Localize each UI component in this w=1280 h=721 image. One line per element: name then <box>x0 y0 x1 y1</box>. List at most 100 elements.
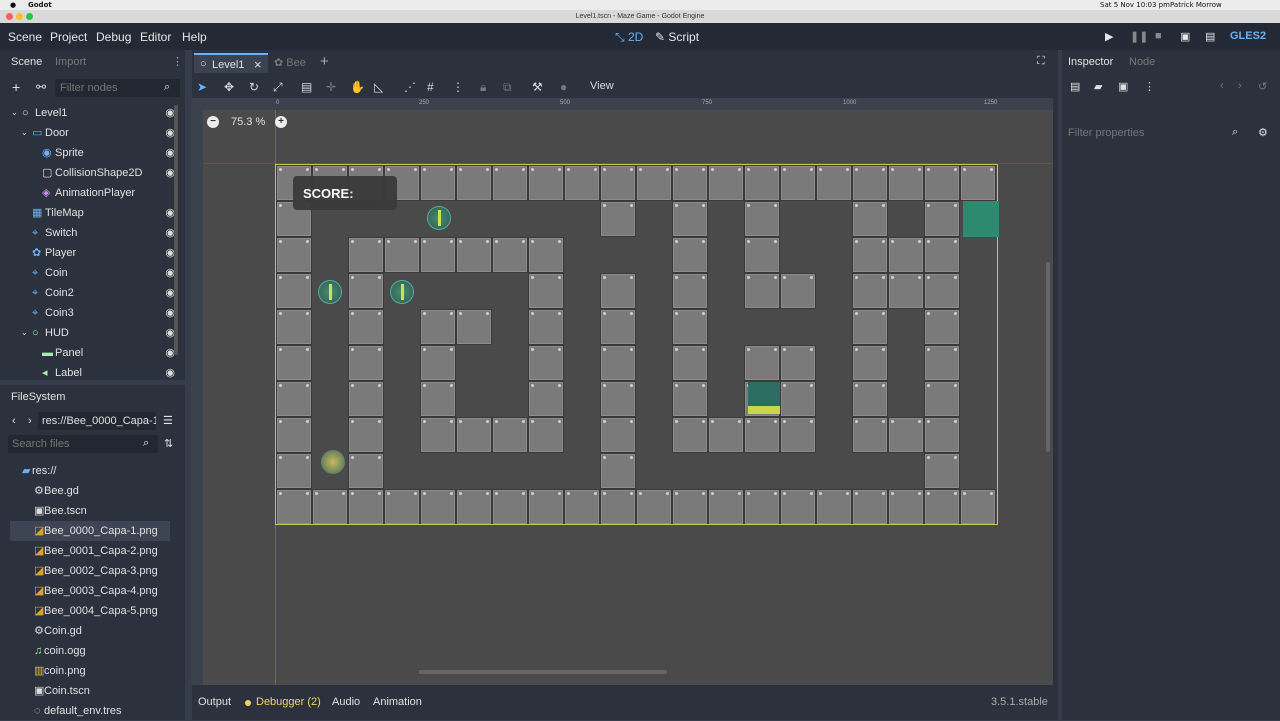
file-item[interactable]: ◌ default_env.tres <box>10 701 170 721</box>
file-item[interactable]: ⚙ Coin.gd <box>10 621 170 641</box>
coin3-sprite[interactable] <box>390 280 414 304</box>
file-item[interactable]: ◪ Bee_0003_Capa-4.png <box>10 581 170 601</box>
move-tool-icon[interactable]: ✥ <box>224 80 234 94</box>
dock-menu-icon[interactable]: ⋮ <box>172 55 183 68</box>
tree-node-panel[interactable]: ▬ Panel ◉ <box>10 343 175 363</box>
coin-sprite[interactable] <box>427 206 451 230</box>
mac-app-name[interactable]: Godot <box>28 1 52 9</box>
tree-node-level1[interactable]: ⌄ ○ Level1 ◉ <box>10 103 175 123</box>
file-item[interactable]: ◪ Bee_0001_Capa-2.png <box>10 541 170 561</box>
skeleton-icon[interactable]: ⚒ <box>532 80 543 94</box>
door-sprite[interactable] <box>963 201 999 237</box>
collapse-arrow-icon[interactable]: ⌄ <box>21 123 28 143</box>
tab-scene[interactable]: Scene <box>11 56 42 68</box>
apple-icon[interactable]: ● <box>10 1 16 9</box>
canvas-viewport[interactable]: SCORE: <box>203 110 1053 685</box>
link-icon[interactable]: ⚯ <box>36 80 46 94</box>
object-menu-icon[interactable]: ⚙ <box>1258 126 1268 139</box>
tree-node-player[interactable]: ✿ Player ◉ <box>10 243 175 263</box>
history-back-icon[interactable]: ‹ <box>1220 80 1224 92</box>
ruler-tool-icon[interactable]: ◺ <box>374 80 383 94</box>
renderer-select[interactable]: GLES2 <box>1230 30 1266 42</box>
workspace-2d-button[interactable]: ⤡ 2D <box>615 30 643 45</box>
back-icon[interactable]: ‹ <box>12 415 16 427</box>
visibility-eye-icon[interactable]: ◉ <box>165 363 175 383</box>
vertical-scrollbar[interactable] <box>1046 262 1050 452</box>
save-icon[interactable]: ▣ <box>1118 80 1128 93</box>
close-tab-icon[interactable]: × <box>254 57 262 72</box>
tab-bee[interactable]: ✿ Bee <box>274 56 306 69</box>
tree-node-animationplayer[interactable]: ◈ AnimationPlayer <box>10 183 175 203</box>
menu-scene[interactable]: Scene <box>8 30 42 44</box>
tree-node-coin2[interactable]: ⌖ Coin2 ◉ <box>10 283 175 303</box>
minimize-window-button[interactable] <box>16 13 23 20</box>
hud-panel[interactable]: SCORE: <box>293 176 397 210</box>
zoom-out-button[interactable]: − <box>207 116 219 128</box>
scene-tree-scrollbar[interactable] <box>174 105 178 355</box>
zoom-window-button[interactable] <box>26 13 33 20</box>
play-scene-icon[interactable]: ▣ <box>1180 30 1190 43</box>
play-icon[interactable]: ▶ <box>1105 30 1113 43</box>
file-item[interactable]: ▰ res:// <box>10 461 170 481</box>
visibility-icon[interactable]: ● <box>560 80 567 94</box>
distraction-free-icon[interactable]: ⛶ <box>1037 55 1045 68</box>
menu-help[interactable]: Help <box>182 30 207 44</box>
mac-clock[interactable]: Sat 5 Nov 10:03 pm <box>1100 1 1170 9</box>
smart-snap-icon[interactable]: ⋰ <box>404 80 416 94</box>
file-item[interactable]: ◪ Bee_0002_Capa-3.png <box>10 561 170 581</box>
view-mode-icon[interactable]: ☰ <box>163 414 173 427</box>
tree-node-coin3[interactable]: ⌖ Coin3 ◉ <box>10 303 175 323</box>
tab-level1[interactable]: ○ Level1 × <box>194 53 268 73</box>
lock-icon[interactable]: 🔒︎ <box>480 80 486 95</box>
tree-node-collisionshape2d[interactable]: ▢ CollisionShape2D ◉ <box>10 163 175 183</box>
filter-nodes-input[interactable] <box>55 79 180 97</box>
add-node-icon[interactable]: + <box>12 79 20 95</box>
rotate-tool-icon[interactable]: ↻ <box>249 80 259 94</box>
tree-node-sprite[interactable]: ◉ Sprite ◉ <box>10 143 175 163</box>
tree-node-switch[interactable]: ⌖ Switch ◉ <box>10 223 175 243</box>
player-sprite[interactable] <box>321 450 345 474</box>
zoom-in-button[interactable]: + <box>275 116 287 128</box>
file-item[interactable]: ♫ coin.ogg <box>10 641 170 661</box>
snap-options-icon[interactable]: ⋮ <box>452 80 464 94</box>
more-icon[interactable]: ⋮ <box>1144 80 1155 93</box>
tree-node-label[interactable]: ◂ Label ◉ <box>10 363 175 383</box>
stop-icon[interactable]: ■ <box>1155 30 1162 42</box>
pivot-tool-icon[interactable]: ✛ <box>326 80 336 94</box>
tree-node-coin[interactable]: ⌖ Coin ◉ <box>10 263 175 283</box>
workspace-script-button[interactable]: ✎ Script <box>655 30 699 44</box>
file-item[interactable]: ▣ Bee.tscn <box>10 501 170 521</box>
tree-node-hud[interactable]: ⌄ ○ HUD ◉ <box>10 323 175 343</box>
view-menu[interactable]: View <box>590 80 614 92</box>
scale-tool-icon[interactable]: ⤢ <box>273 80 283 95</box>
file-item[interactable]: ⚙ Bee.gd <box>10 481 170 501</box>
list-select-icon[interactable]: ▤ <box>301 80 312 94</box>
play-custom-icon[interactable]: ▤ <box>1205 30 1215 43</box>
group-icon[interactable]: ⧉ <box>503 80 512 95</box>
switch-sprite[interactable] <box>748 382 780 414</box>
collapse-arrow-icon[interactable]: ⌄ <box>21 323 28 343</box>
coin2-sprite[interactable] <box>318 280 342 304</box>
tree-node-door[interactable]: ⌄ ▭ Door ◉ <box>10 123 175 143</box>
history-forward-icon[interactable]: › <box>1238 80 1242 92</box>
close-window-button[interactable] <box>6 13 13 20</box>
grid-snap-icon[interactable]: # <box>427 80 434 94</box>
open-folder-icon[interactable]: ▰ <box>1094 80 1102 93</box>
menu-debug[interactable]: Debug <box>96 30 131 44</box>
new-tab-icon[interactable]: + <box>320 53 329 70</box>
filesystem-path[interactable]: res://Bee_0000_Capa-1. <box>38 412 156 430</box>
menu-editor[interactable]: Editor <box>140 30 171 44</box>
tab-debugger[interactable]: Debugger (2) <box>256 696 321 708</box>
file-item[interactable]: ◪ Bee_0004_Capa-5.png <box>10 601 170 621</box>
history-icon[interactable]: ↺ <box>1258 80 1267 93</box>
zoom-level[interactable]: 75.3 % <box>231 116 265 128</box>
search-files-input[interactable] <box>8 435 158 453</box>
file-item[interactable]: ▣ Coin.tscn <box>10 681 170 701</box>
filesystem-title[interactable]: FileSystem <box>11 391 65 403</box>
menu-project[interactable]: Project <box>50 30 87 44</box>
pan-tool-icon[interactable]: ✋ <box>350 80 365 94</box>
tree-node-tilemap[interactable]: ▦ TileMap ◉ <box>10 203 175 223</box>
tab-node[interactable]: Node <box>1129 56 1155 68</box>
sort-icon[interactable]: ⇅ <box>164 437 173 450</box>
tab-output[interactable]: Output <box>198 696 231 708</box>
